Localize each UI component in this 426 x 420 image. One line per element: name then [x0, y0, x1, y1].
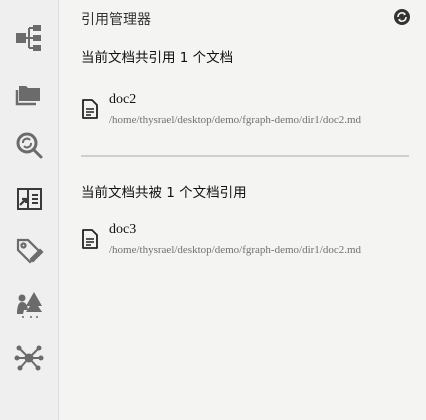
referenced-by-section-title: 当前文档共被 1 个文档引用 [81, 185, 247, 201]
people-forest-icon[interactable] [12, 288, 46, 322]
refresh-icon[interactable] [393, 8, 411, 26]
doc-name: doc2 [109, 92, 137, 107]
doc-path: /home/thysrael/desktop/demo/fgraph-demo/… [109, 114, 362, 126]
panel-title: 引用管理器 [81, 12, 151, 28]
tree-icon[interactable] [12, 21, 46, 55]
tag-edit-icon[interactable] [12, 234, 46, 268]
document-icon [82, 99, 98, 119]
references-section-title: 当前文档共引用 1 个文档 [81, 50, 234, 66]
reference-doc-item[interactable]: doc2 /home/thysrael/desktop/demo/fgraph-… [79, 92, 409, 136]
search-refresh-icon[interactable] [12, 128, 46, 162]
referenced-by-doc-item[interactable]: doc3 /home/thysrael/desktop/demo/fgraph-… [79, 222, 409, 266]
divider [81, 155, 409, 157]
graph-icon[interactable] [12, 341, 46, 375]
folder-icon[interactable] [12, 75, 46, 109]
reference-icon[interactable] [12, 182, 46, 216]
reference-manager-panel: 引用管理器 当前文档共引用 1 个文档 doc2 /home/thysrael/… [59, 0, 426, 420]
doc-path: /home/thysrael/desktop/demo/fgraph-demo/… [109, 244, 362, 256]
sidebar [0, 0, 59, 420]
doc-name: doc3 [109, 222, 137, 237]
document-icon [82, 229, 98, 249]
